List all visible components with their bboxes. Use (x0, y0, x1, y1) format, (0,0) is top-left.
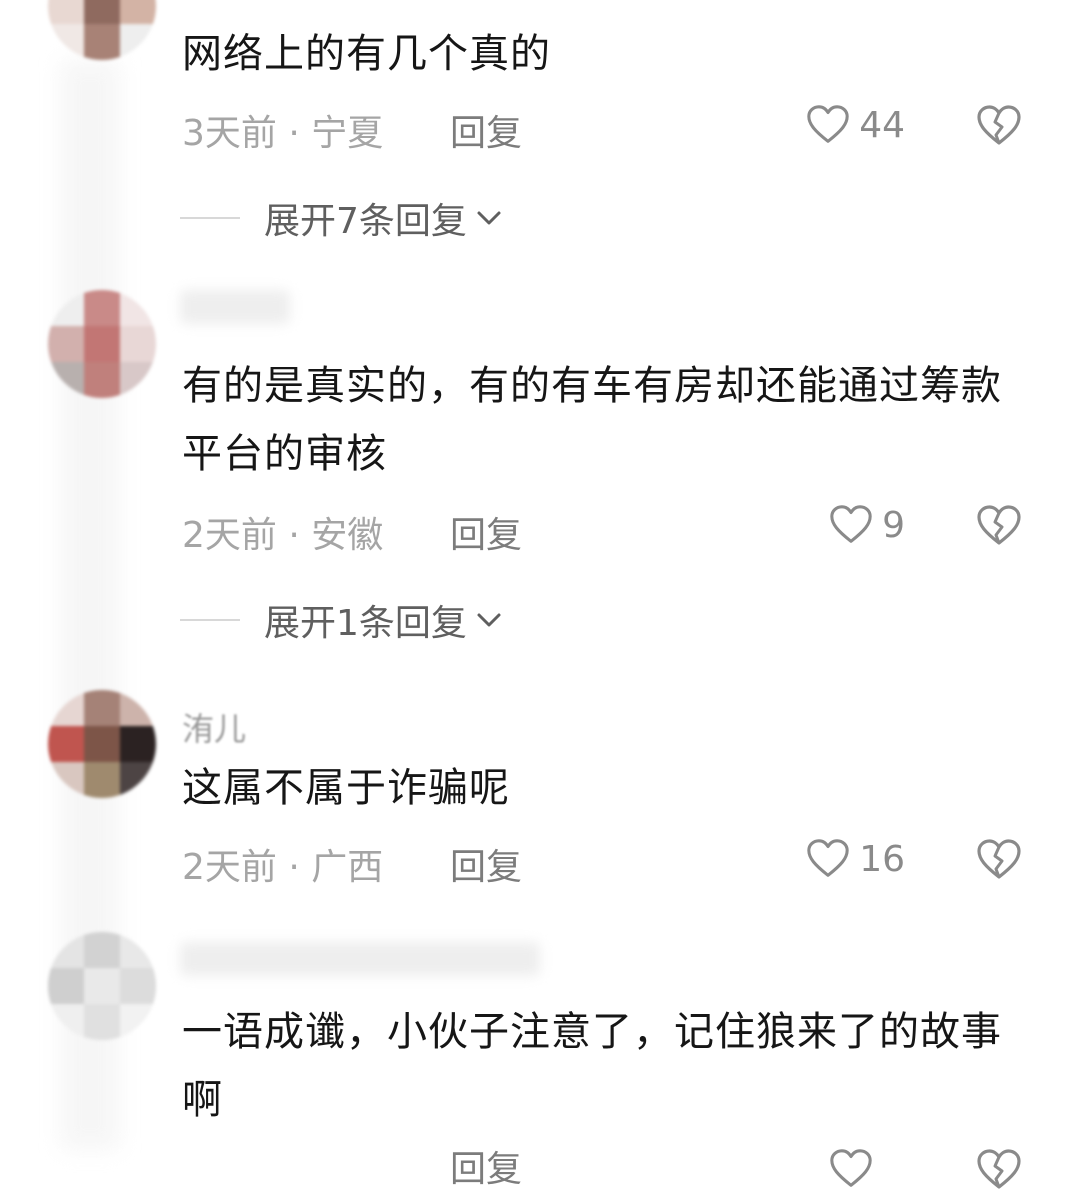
broken-heart-icon[interactable] (975, 102, 1023, 150)
like-count: 16 (859, 838, 905, 880)
chevron-down-icon (477, 211, 501, 225)
divider-line (180, 619, 240, 621)
comment-meta: 3天前 · 宁夏 (182, 113, 384, 154)
comment-text: 这属不属于诈骗呢 (182, 765, 510, 811)
avatar[interactable] (48, 0, 156, 60)
expand-replies-label: 展开1条回复 (264, 603, 467, 644)
expand-replies-button[interactable]: 展开1条回复 (180, 594, 503, 646)
expand-replies-label: 展开7条回复 (264, 201, 467, 242)
avatar[interactable] (48, 290, 156, 398)
broken-heart-icon[interactable] (975, 1146, 1023, 1194)
blurred-username (180, 290, 290, 324)
like-button[interactable]: 44 (805, 102, 905, 148)
reply-button[interactable]: 回复 (450, 1140, 522, 1192)
heart-outline-icon (830, 505, 872, 543)
chevron-down-icon (477, 613, 501, 627)
heart-outline-icon (807, 105, 849, 143)
heart-outline-icon (807, 839, 849, 877)
comment-text: 一语成谶，小伙子注意了，记住狼来了的故事啊 (182, 1009, 1002, 1123)
like-button[interactable]: 9 (828, 502, 905, 548)
reply-button[interactable]: 回复 (450, 838, 522, 890)
divider-line (180, 217, 240, 219)
like-count: 44 (859, 104, 905, 146)
heart-outline-icon[interactable] (828, 1146, 874, 1192)
like-count: 9 (882, 504, 905, 546)
username[interactable]: 洧儿 (182, 704, 246, 750)
broken-heart-icon[interactable] (975, 836, 1023, 884)
broken-heart-icon[interactable] (975, 502, 1023, 550)
comment-text: 有的是真实的，有的有车有房却还能通过筹款平台的审核 (182, 363, 1002, 477)
avatar[interactable] (48, 690, 156, 798)
like-button[interactable]: 16 (805, 836, 905, 882)
reply-button[interactable]: 回复 (450, 104, 522, 156)
expand-replies-button[interactable]: 展开7条回复 (180, 192, 503, 244)
blurred-username (180, 942, 540, 976)
comment-meta: 2天前 · 广西 (182, 847, 384, 888)
comment-meta: 2天前 · 安徽 (182, 515, 384, 556)
reply-button[interactable]: 回复 (450, 506, 522, 558)
comment-text: 网络上的有几个真的 (182, 31, 551, 77)
avatar[interactable] (48, 932, 156, 1040)
